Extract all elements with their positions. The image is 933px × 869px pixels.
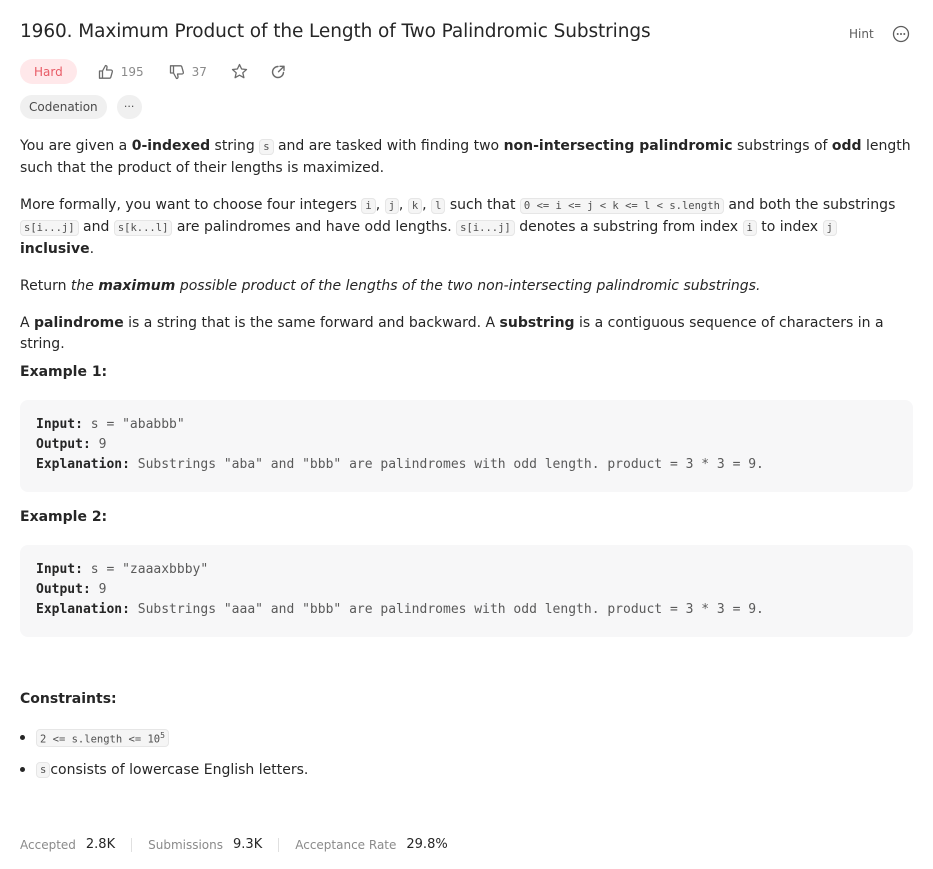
submissions-label: Submissions [148, 837, 224, 852]
company-tag[interactable]: Codenation [20, 95, 107, 119]
problem-title: 1960. Maximum Product of the Length of T… [20, 21, 651, 42]
more-tags-icon: ··· [123, 100, 135, 113]
example-1-input: Input: s = "ababbb" [36, 417, 185, 432]
problem-meta-row: Hard 195 37 [20, 59, 286, 84]
constraints-title: Constraints: [20, 691, 117, 707]
dislikes-count: 37 [191, 64, 207, 79]
difficulty-badge: Hard [20, 59, 77, 84]
example-2-title: Example 2: [20, 509, 108, 525]
problem-description: You are given a 0-indexed string s and a… [20, 136, 915, 371]
description-paragraph-3: Return the maximum possible product of t… [20, 278, 761, 294]
accepted-value: 2.8K [85, 837, 116, 852]
example-2-explanation: Explanation: Substrings "aaa" and "bbb" … [36, 602, 764, 617]
thumbs-down-icon [169, 64, 184, 79]
constraint-item: 2 <= s.length <= 105 [20, 726, 308, 750]
constraint-item: s consists of lowercase English letters. [20, 758, 308, 782]
acceptance-rate-value: 29.8% [406, 837, 448, 852]
example-1-output: Output: 9 [36, 437, 107, 452]
more-options-icon[interactable] [892, 25, 910, 43]
hint-button[interactable]: Hint [849, 27, 874, 41]
example-2-input: Input: s = "zaaaxbbby" [36, 562, 209, 577]
description-paragraph-4: A palindrome is a string that is the sam… [20, 315, 884, 352]
example-1-explanation: Explanation: Substrings "aba" and "bbb" … [36, 457, 764, 472]
constraints-list: 2 <= s.length <= 105 s consists of lower… [20, 726, 308, 790]
example-2-output: Output: 9 [36, 582, 107, 597]
tags-row: Codenation ··· [20, 95, 142, 119]
more-tags-button[interactable]: ··· [116, 95, 142, 119]
acceptance-rate-label: Acceptance Rate [295, 837, 397, 852]
divider [278, 837, 280, 852]
accepted-label: Accepted [20, 837, 76, 852]
star-icon[interactable] [231, 63, 248, 80]
submissions-value: 9.3K [233, 837, 263, 852]
like-button[interactable]: 195 [98, 64, 144, 80]
description-paragraph-2: More formally, you want to choose four i… [20, 197, 896, 257]
divider [131, 837, 133, 852]
thumbs-up-icon [98, 64, 113, 79]
share-icon[interactable] [270, 64, 286, 80]
submission-stats: Accepted 2.8K Submissions 9.3K Acceptanc… [20, 837, 448, 852]
likes-count: 195 [120, 64, 144, 79]
example-1-title: Example 1: [20, 364, 108, 380]
dislike-button[interactable]: 37 [169, 64, 207, 80]
description-paragraph-1: You are given a 0-indexed string s and a… [20, 138, 911, 176]
example-1-box: Input: s = "ababbb" Output: 9 Explanatio… [20, 400, 913, 492]
example-2-box: Input: s = "zaaaxbbby" Output: 9 Explana… [20, 545, 913, 637]
